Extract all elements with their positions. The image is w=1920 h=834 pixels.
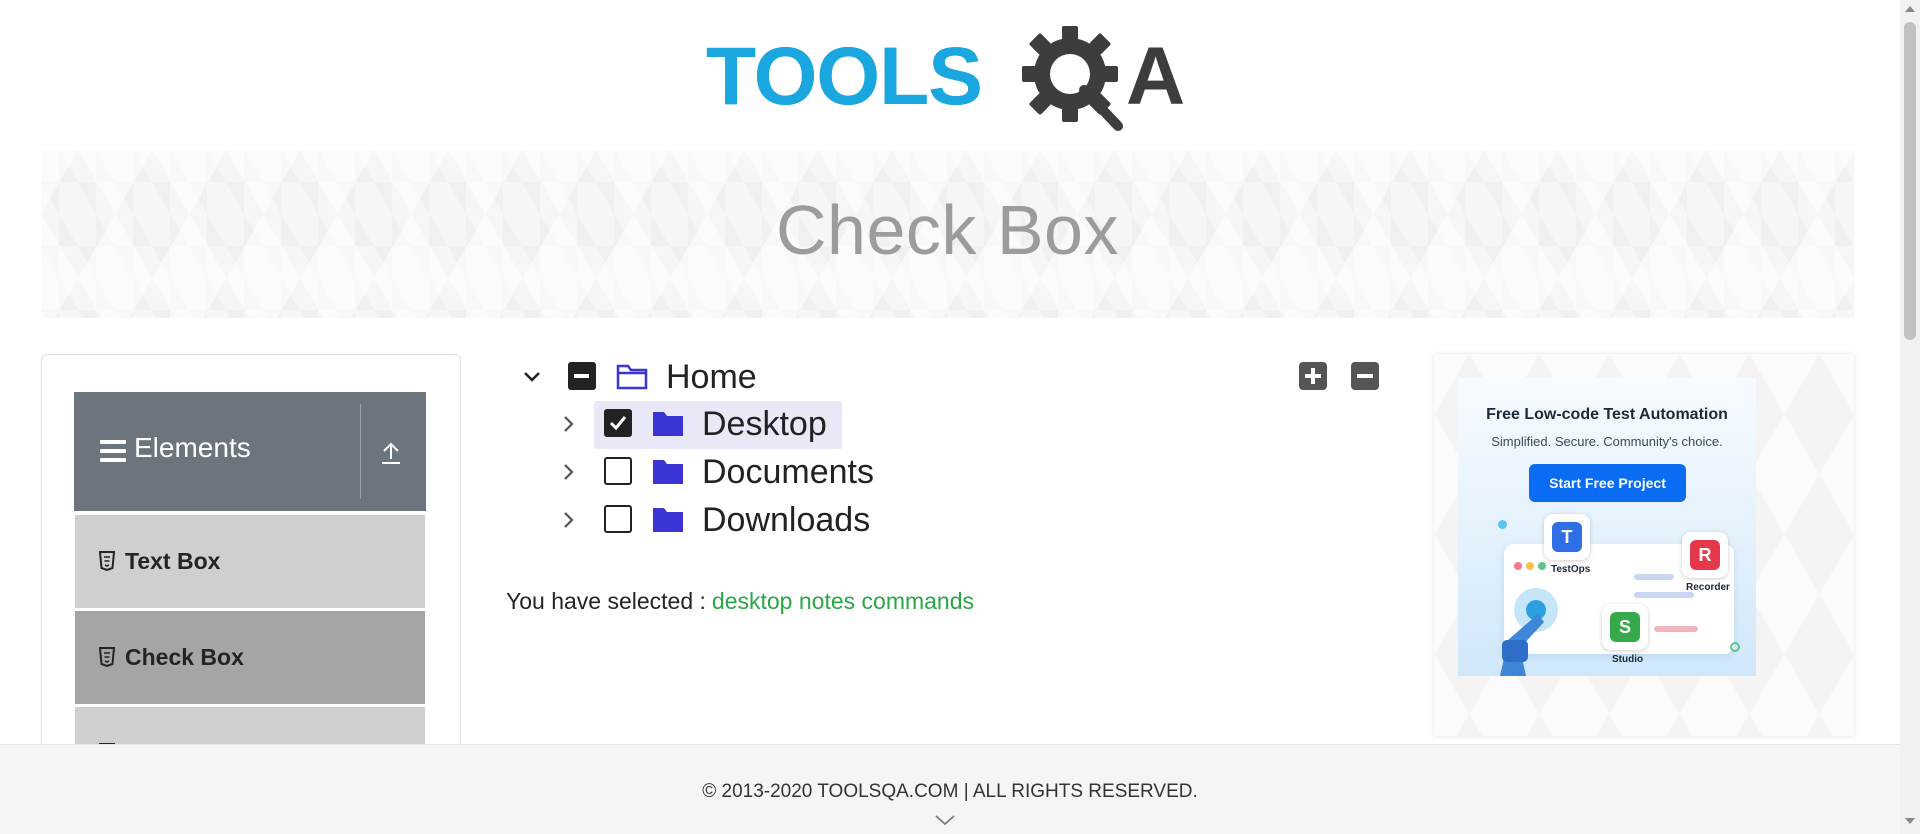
- tree-node-documents: Documents: [510, 449, 910, 495]
- html5-icon: [99, 551, 115, 571]
- chevron-down-icon[interactable]: [520, 365, 544, 389]
- start-free-project-button[interactable]: Start Free Project: [1529, 464, 1686, 502]
- result-items: desktop notes commands: [711, 588, 975, 614]
- tree-node-downloads: Downloads: [510, 497, 910, 543]
- sidebar-item-label: Check Box: [125, 644, 244, 670]
- dot-icon: [1526, 562, 1534, 570]
- logo-tools-text: TOOLS: [706, 31, 983, 122]
- placeholder-bar: [1654, 626, 1698, 632]
- tree-node-label[interactable]: Desktop: [702, 405, 827, 444]
- ad-banner[interactable]: Free Low-code Test Automation Simplified…: [1458, 378, 1756, 676]
- logo-a-text: A: [1126, 31, 1186, 122]
- copyright-text: © 2013-2020 TOOLSQA.COM | ALL RIGHTS RES…: [702, 781, 1198, 802]
- tree-node-desktop: Desktop: [510, 401, 910, 449]
- placeholder-bar: [1634, 592, 1694, 598]
- robot-arm-icon: [1500, 588, 1558, 676]
- checkbox-partial[interactable]: [568, 362, 596, 390]
- advertisement: Free Low-code Test Automation Simplified…: [1434, 354, 1854, 736]
- checkbox-unchecked[interactable]: [604, 457, 632, 485]
- ad-title: Free Low-code Test Automation: [1486, 406, 1728, 423]
- ring-icon: [1730, 642, 1740, 652]
- checkbox-checked[interactable]: [604, 409, 632, 437]
- tree-node-label[interactable]: Documents: [702, 453, 874, 492]
- folder-icon: [653, 412, 683, 436]
- checkbox-tree: Home Desktop Documents Downloads: [510, 354, 1390, 564]
- group-divider: [360, 404, 361, 499]
- html5-icon: [99, 647, 115, 667]
- sidebar-group-label: Elements: [134, 432, 251, 463]
- ad-product-label: Recorder: [1686, 582, 1730, 593]
- hamburger-icon: [100, 440, 126, 462]
- studio-logo: S: [1602, 604, 1648, 650]
- folder-open-icon: [616, 364, 648, 390]
- dot-icon: [1538, 562, 1546, 570]
- folder-icon: [653, 460, 683, 484]
- plus-square-icon[interactable]: [1299, 362, 1327, 390]
- footer: © 2013-2020 TOOLSQA.COM | ALL RIGHTS RES…: [0, 744, 1900, 834]
- sidebar: Elements Text Box Check Box: [41, 354, 461, 774]
- chevron-right-icon[interactable]: [556, 412, 580, 436]
- dot-icon: [1498, 520, 1507, 529]
- scrollbar-thumb[interactable]: [1904, 22, 1916, 340]
- chevron-right-icon[interactable]: [556, 460, 580, 484]
- selection-result: You have selected : desktop notes command…: [506, 588, 974, 615]
- checkbox-unchecked[interactable]: [604, 505, 632, 533]
- page-title: Check Box: [776, 191, 1119, 269]
- sidebar-item-label: Text Box: [125, 548, 221, 574]
- sidebar-group-elements[interactable]: Elements: [74, 392, 426, 511]
- upload-arrow-icon[interactable]: [376, 438, 406, 468]
- page: TOOLS A Check Box Elements Text Box Chec…: [0, 0, 1920, 834]
- gear-magnifier-icon: [1022, 26, 1123, 131]
- tree-node-label[interactable]: Downloads: [702, 501, 870, 540]
- ad-product-label: Studio: [1612, 654, 1644, 665]
- sidebar-item-check-box[interactable]: Check Box: [75, 611, 425, 704]
- scroll-up-arrow-icon[interactable]: [1905, 6, 1915, 12]
- chevron-right-icon[interactable]: [556, 508, 580, 532]
- minus-square-icon[interactable]: [1351, 362, 1379, 390]
- folder-icon: [653, 508, 683, 532]
- page-banner: Check Box: [41, 150, 1854, 318]
- result-prefix: You have selected :: [506, 588, 706, 614]
- recorder-logo: R: [1682, 532, 1728, 578]
- sidebar-item-text-box[interactable]: Text Box: [75, 515, 425, 608]
- scroll-down-arrow-icon[interactable]: [1905, 818, 1915, 824]
- chevron-down-icon[interactable]: [934, 813, 956, 827]
- tree-node-home: Home: [510, 354, 910, 400]
- ad-subtitle: Simplified. Secure. Community's choice.: [1491, 434, 1723, 449]
- dot-icon: [1514, 562, 1522, 570]
- testops-logo: T: [1544, 514, 1590, 560]
- check-icon: [609, 416, 627, 431]
- placeholder-bar: [1634, 574, 1674, 580]
- vertical-scrollbar[interactable]: [1900, 0, 1920, 834]
- tree-node-label[interactable]: Home: [666, 358, 757, 397]
- toolsqa-logo[interactable]: TOOLS A: [706, 22, 1192, 136]
